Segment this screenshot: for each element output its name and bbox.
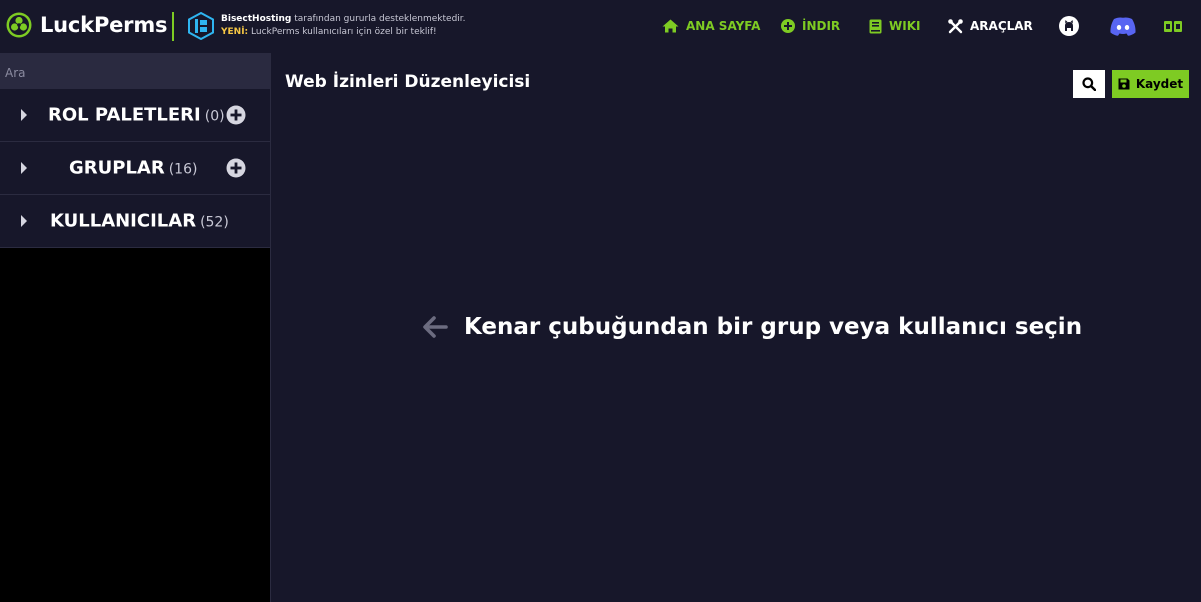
add-circle-icon[interactable] [226,158,246,178]
sponsor-name: BisectHosting [221,14,292,24]
sidebar-item-users[interactable]: KULLANICILAR (52) [0,195,270,248]
nav-download-link[interactable]: İNDIR [781,17,840,35]
search-icon [1082,77,1096,91]
nav-tools-label: ARAÇLAR [970,19,1033,33]
luckperms-logo-icon[interactable] [6,12,32,38]
search-button[interactable] [1073,70,1105,98]
sidebar-item-label: ROL PALETLERI (0) [48,104,225,126]
home-icon [662,19,679,33]
caret-right-icon [21,109,27,121]
top-navbar: LuckPerms BisectHosting tarafından gurur… [0,0,1201,53]
sponsor-offer-text: LuckPerms kullanıcıları için özel bir te… [248,27,437,37]
nav-wiki-label: WIKI [889,19,921,33]
nav-home-link[interactable]: ANA SAYFA [662,17,760,35]
save-label: Kaydet [1135,77,1184,91]
empty-state: Kenar çubuğundan bir grup veya kullanıcı… [422,314,1082,340]
caret-right-icon [21,215,27,227]
nav-wiki-link[interactable]: WIKI [869,17,920,35]
book-icon [869,19,882,33]
search-input[interactable] [0,53,270,89]
plus-circle-icon [781,19,795,33]
nav-home-label: ANA SAYFA [686,19,761,33]
save-button[interactable]: Kaydet [1112,70,1189,98]
item-count: (52) [200,214,229,231]
caret-right-icon [21,162,27,174]
sidebar-item-label: GRUPLAR (16) [69,157,198,179]
add-circle-icon[interactable] [226,105,246,125]
bisecthosting-logo-icon[interactable] [188,12,214,40]
github-icon[interactable] [1059,16,1079,36]
floppy-disk-icon [1118,78,1130,90]
language-icon[interactable] [1164,21,1182,32]
sidebar: ROL PALETLERI(0) GRUPLAR(16) KULLANICILA… [0,53,271,602]
sidebar-item-groups[interactable]: GRUPLAR (16) [0,142,270,195]
arrow-left-icon [423,316,448,338]
sidebar-item-label: KULLANICILAR (52) [50,210,229,232]
new-badge: YENİ: [221,27,249,37]
sidebar-search [0,53,270,89]
nav-tools-link[interactable]: ARAÇLAR [948,17,1033,35]
sidebar-item-role-palettes[interactable]: ROL PALETLERI (0) [0,89,270,142]
sponsor-text: tarafından gururla desteklenmektedir. [291,14,466,24]
empty-state-message: Kenar çubuğundan bir grup veya kullanıcı… [464,314,1083,340]
page-title: Web İzinleri Düzenleyicisi [285,72,531,92]
sponsor-banner[interactable]: BisectHosting tarafından gururla destekl… [221,13,466,39]
discord-icon[interactable] [1110,17,1136,36]
item-count: (0) [204,108,225,125]
header-divider [172,12,174,41]
tools-icon [948,18,963,33]
brand-name[interactable]: LuckPerms [40,13,168,37]
item-count: (16) [168,161,198,178]
nav-download-label: İNDIR [802,19,841,33]
